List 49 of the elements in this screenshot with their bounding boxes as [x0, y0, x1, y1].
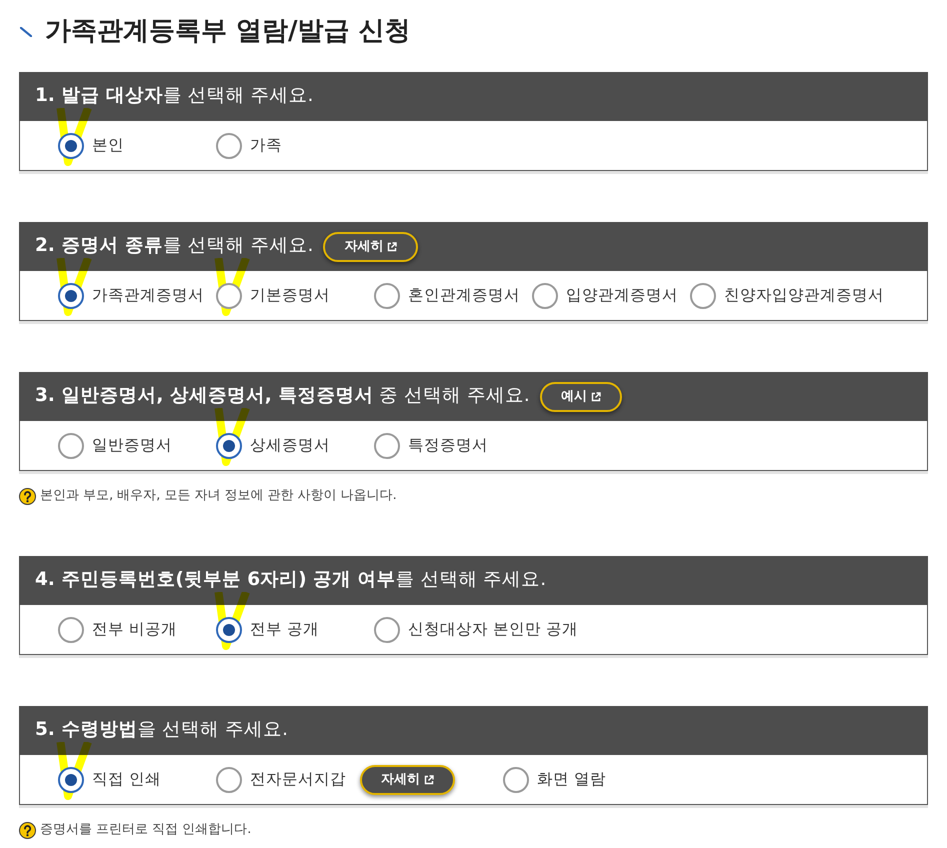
radio-button[interactable] [58, 616, 84, 642]
option-label: 전부 비공개 [92, 618, 177, 640]
section-heading: 5. 수령방법을 선택해 주세요. [35, 719, 288, 742]
note-text: 본인과 부모, 배우자, 모든 자녀 정보에 관한 사항이 나옵니다. [40, 487, 397, 506]
note-text: 증명서를 프린터로 직접 인쇄합니다. [40, 821, 252, 840]
option-label: 특정증명서 [408, 434, 488, 456]
external-link-icon [590, 392, 601, 402]
radio-button[interactable] [216, 432, 242, 458]
option-label: 가족 [250, 134, 282, 156]
details-button[interactable]: 예시 [540, 382, 622, 412]
radio-button[interactable] [58, 766, 84, 792]
option-label: 화면 열람 [537, 768, 606, 790]
radio-button[interactable] [503, 766, 529, 792]
option-label: 입양관계증명서 [566, 284, 678, 306]
option-label: 상세증명서 [250, 434, 330, 456]
option-label: 가족관계증명서 [92, 284, 204, 306]
option-label: 본인 [92, 134, 124, 156]
radio-button[interactable] [216, 616, 242, 642]
option-label: 기본증명서 [250, 284, 330, 306]
section-heading: 1. 발급 대상자를 선택해 주세요. [35, 85, 314, 108]
option-label: 친양자입양관계증명서 [724, 284, 884, 306]
radio-button[interactable] [58, 432, 84, 458]
section-heading: 2. 증명서 종류를 선택해 주세요. [35, 235, 314, 258]
details-button[interactable]: 자세히 [360, 764, 455, 794]
radio-button[interactable] [58, 132, 84, 158]
option-label: 신청대상자 본인만 공개 [408, 618, 578, 640]
option-label: 일반증명서 [92, 434, 172, 456]
radio-button[interactable] [374, 282, 400, 308]
radio-button[interactable] [216, 282, 242, 308]
slash-icon [20, 27, 32, 37]
radio-button[interactable] [374, 616, 400, 642]
external-link-icon [424, 774, 434, 784]
radio-button[interactable] [690, 282, 716, 308]
option-label: 전자문서지갑 [250, 768, 346, 790]
option-label: 혼인관계증명서 [408, 284, 520, 306]
radio-button[interactable] [374, 432, 400, 458]
radio-button[interactable] [58, 282, 84, 308]
radio-button[interactable] [216, 132, 242, 158]
help-icon [19, 822, 36, 838]
option-label: 전부 공개 [250, 618, 319, 640]
option-label: 직접 인쇄 [92, 768, 161, 790]
section-heading: 3. 일반증명서, 상세증명서, 특정증명서 중 선택해 주세요. [35, 385, 530, 408]
radio-button[interactable] [532, 282, 558, 308]
help-icon [19, 488, 36, 504]
page-title: 가족관계등록부 열람/발급 신청 [45, 16, 411, 48]
section-heading: 4. 주민등록번호(뒷부분 6자리) 공개 여부를 선택해 주세요. [35, 569, 546, 592]
external-link-icon [387, 242, 398, 252]
details-button[interactable]: 자세히 [323, 232, 418, 262]
radio-button[interactable] [216, 766, 242, 792]
